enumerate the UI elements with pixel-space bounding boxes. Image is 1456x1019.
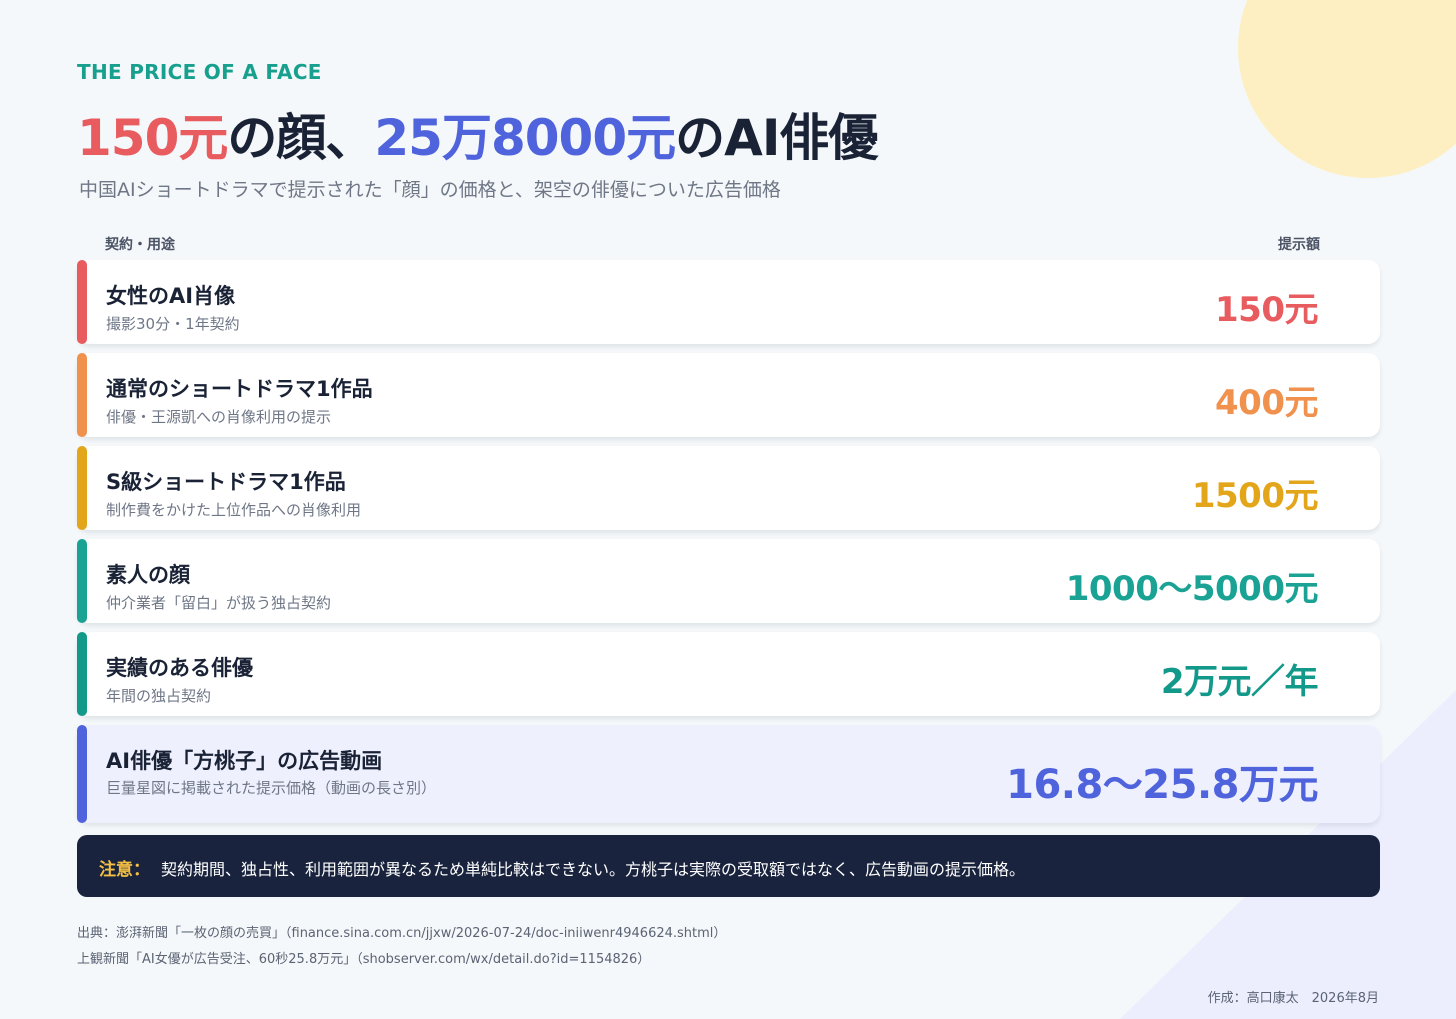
row-label: 通常のショートドラマ1作品 bbox=[106, 377, 373, 401]
row-price: 2万元／年 bbox=[1160, 662, 1319, 702]
title-price-face: 150元 bbox=[77, 109, 228, 167]
row-label: 素人の顔 bbox=[106, 563, 190, 587]
page-title: 150元の顔、25万8000元のAI俳優 bbox=[77, 104, 878, 172]
title-price-ai: 25万8000元 bbox=[374, 109, 676, 167]
row-note: 撮影30分・1年契約 bbox=[106, 315, 240, 333]
column-header-price: 提示額 bbox=[1278, 237, 1320, 253]
row-accent-bar bbox=[77, 725, 87, 823]
row-note: 年間の独占契約 bbox=[106, 687, 212, 705]
row-label: AI俳優「方桃子」の広告動画 bbox=[106, 749, 383, 773]
row-accent-bar bbox=[77, 632, 87, 716]
row-accent-bar bbox=[77, 260, 87, 344]
notice-text: 契約期間、独占性、利用範囲が異なるため単純比較はできない。方桃子は実際の受取額で… bbox=[161, 860, 1026, 879]
row-note: 俳優・王源凱への肖像利用の提示 bbox=[106, 408, 332, 426]
decorative-circle bbox=[1238, 0, 1456, 178]
row-accent-bar bbox=[77, 539, 87, 623]
column-header-contract: 契約・用途 bbox=[105, 237, 175, 253]
row-price: 1500元 bbox=[1191, 476, 1319, 516]
source-line-1: 出典：澎湃新聞「一枚の顔の売買」（finance.sina.com.cn/jjx… bbox=[77, 926, 727, 941]
row-price: 400元 bbox=[1215, 383, 1318, 423]
table-row: 女性のAI肖像 撮影30分・1年契約 150元 bbox=[77, 260, 1380, 344]
source-line-2: 上観新聞「AI女優が広告受注、60秒25.8万元」（shobserver.com… bbox=[77, 952, 651, 967]
row-price: 1000〜5000元 bbox=[1065, 569, 1319, 609]
row-note: 制作費をかけた上位作品への肖像利用 bbox=[106, 501, 362, 519]
row-accent-bar bbox=[77, 353, 87, 437]
row-note: 巨量星図に掲載された提示価格（動画の長さ別） bbox=[106, 779, 437, 797]
page-subtitle: 中国AIショートドラマで提示された「顔」の価格と、架空の俳優についた広告価格 bbox=[79, 179, 781, 201]
table-row: 通常のショートドラマ1作品 俳優・王源凱への肖像利用の提示 400元 bbox=[77, 353, 1380, 437]
table-row: 実績のある俳優 年間の独占契約 2万元／年 bbox=[77, 632, 1380, 716]
row-note: 仲介業者「留白」が扱う独占契約 bbox=[106, 594, 332, 612]
table-row: 素人の顔 仲介業者「留白」が扱う独占契約 1000〜5000元 bbox=[77, 539, 1380, 623]
row-label: 女性のAI肖像 bbox=[106, 284, 236, 308]
table-row-highlight: AI俳優「方桃子」の広告動画 巨量星図に掲載された提示価格（動画の長さ別） 16… bbox=[77, 725, 1380, 823]
title-text-face: の顔、 bbox=[227, 109, 375, 167]
notice-box: 注意： 契約期間、独占性、利用範囲が異なるため単純比較はできない。方桃子は実際の… bbox=[77, 835, 1380, 897]
row-accent-bar bbox=[77, 446, 87, 530]
price-table: 女性のAI肖像 撮影30分・1年契約 150元 通常のショートドラマ1作品 俳優… bbox=[77, 260, 1380, 832]
row-price: 16.8〜25.8万元 bbox=[1006, 762, 1318, 808]
row-label: S級ショートドラマ1作品 bbox=[106, 470, 346, 494]
credit-line: 作成：高口康太 2026年8月 bbox=[1207, 991, 1379, 1006]
table-row: S級ショートドラマ1作品 制作費をかけた上位作品への肖像利用 1500元 bbox=[77, 446, 1380, 530]
title-text-ai: のAI俳優 bbox=[675, 109, 878, 167]
row-label: 実績のある俳優 bbox=[106, 656, 253, 680]
notice-label: 注意： bbox=[99, 860, 150, 880]
row-price: 150元 bbox=[1215, 290, 1318, 330]
kicker: THE PRICE OF A FACE bbox=[77, 60, 322, 84]
